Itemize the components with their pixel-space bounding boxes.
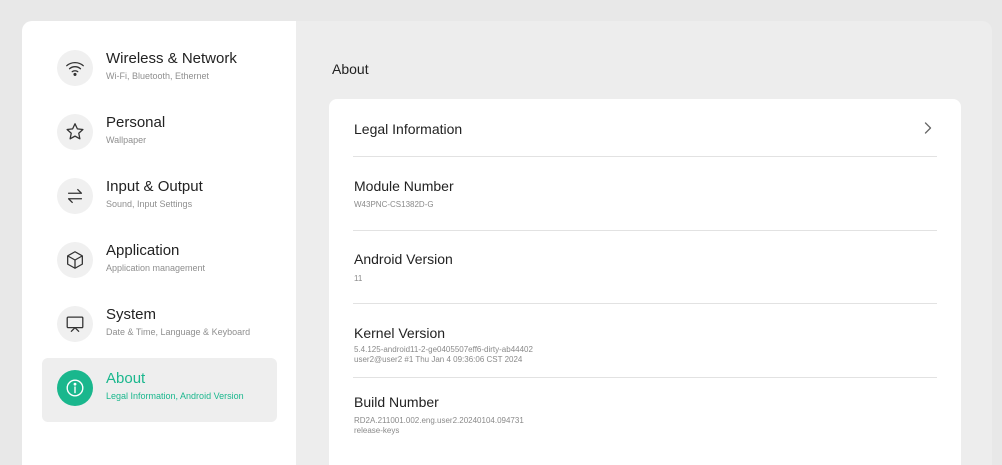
sidebar: Wireless & Network Wi-Fi, Bluetooth, Eth…: [22, 21, 296, 465]
row-value-line: user2@user2 #1 Thu Jan 4 09:36:06 CST 20…: [354, 355, 523, 364]
page-title: About: [332, 61, 369, 77]
sidebar-item-subtitle: Application management: [106, 263, 206, 273]
swap-arrows-icon: [57, 178, 93, 214]
sidebar-item-about[interactable]: About Legal Information, Android Version: [42, 358, 277, 422]
chevron-right-icon: [921, 119, 935, 137]
sidebar-item-title: Wireless & Network: [106, 50, 237, 67]
info-icon: [57, 370, 93, 406]
row-value-line: 5.4.125-android11-2-ge0405507eff6-dirty-…: [354, 345, 533, 354]
sidebar-item-title: Application: [106, 242, 180, 259]
sidebar-item-wireless-network[interactable]: Wireless & Network Wi-Fi, Bluetooth, Eth…: [42, 38, 277, 102]
sidebar-item-system[interactable]: System Date & Time, Language & Keyboard: [42, 294, 277, 358]
star-icon: [57, 114, 93, 150]
row-value: W43PNC-CS1382D-G: [354, 200, 434, 209]
row-title: Legal Information: [354, 121, 463, 137]
row-value: 5.4.125-android11-2-ge0405507eff6-dirty-…: [354, 345, 533, 365]
row-title: Build Number: [354, 394, 439, 410]
row-title: Kernel Version: [354, 325, 446, 341]
module-number-row: Module Number W43PNC-CS1382D-G: [353, 157, 937, 231]
legal-information-row[interactable]: Legal Information: [353, 99, 937, 157]
sidebar-item-title: About: [106, 370, 146, 387]
sidebar-item-subtitle: Legal Information, Android Version: [106, 391, 244, 401]
kernel-version-row: Kernel Version 5.4.125-android11-2-ge040…: [353, 304, 937, 378]
row-value: 11: [354, 274, 363, 283]
sidebar-item-title: Personal: [106, 114, 166, 131]
sidebar-item-subtitle: Wallpaper: [106, 135, 147, 145]
build-number-row: Build Number RD2A.211001.002.eng.user2.2…: [353, 378, 937, 465]
wifi-icon: [57, 50, 93, 86]
sidebar-item-subtitle: Sound, Input Settings: [106, 199, 193, 209]
about-card: Legal Information Module Number W43PNC-C…: [329, 99, 961, 465]
sidebar-item-personal[interactable]: Personal Wallpaper: [42, 102, 277, 166]
sidebar-item-application[interactable]: Application Application management: [42, 230, 277, 294]
sidebar-item-subtitle: Wi-Fi, Bluetooth, Ethernet: [106, 71, 210, 81]
settings-window: Wireless & Network Wi-Fi, Bluetooth, Eth…: [22, 21, 992, 465]
row-title: Module Number: [354, 178, 454, 194]
android-version-row: Android Version 11: [353, 231, 937, 304]
row-value-line: RD2A.211001.002.eng.user2.20240104.09473…: [354, 416, 524, 425]
cube-icon: [57, 242, 93, 278]
sidebar-item-input-output[interactable]: Input & Output Sound, Input Settings: [42, 166, 277, 230]
row-value-line: release-keys: [354, 426, 400, 435]
sidebar-item-subtitle: Date & Time, Language & Keyboard: [106, 327, 251, 337]
sidebar-item-title: Input & Output: [106, 178, 203, 195]
monitor-icon: [57, 306, 93, 342]
row-value: RD2A.211001.002.eng.user2.20240104.09473…: [354, 416, 524, 436]
row-title: Android Version: [354, 251, 453, 267]
sidebar-item-title: System: [106, 306, 157, 323]
